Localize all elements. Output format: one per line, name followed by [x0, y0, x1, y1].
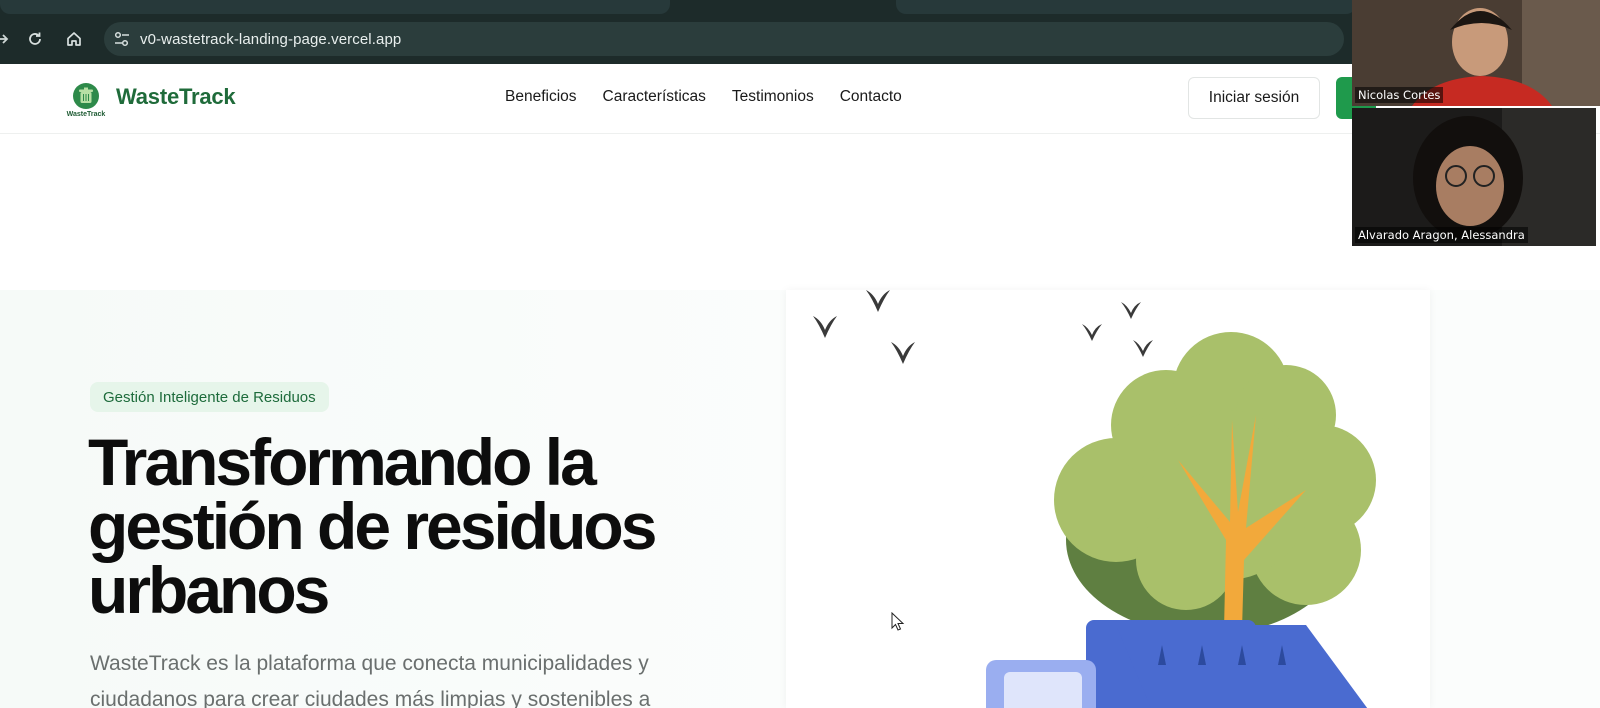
home-icon[interactable] [57, 14, 91, 64]
nav-link-testimonios[interactable]: Testimonios [732, 88, 814, 106]
nav-link-beneficios[interactable]: Beneficios [505, 88, 577, 106]
address-bar[interactable]: v0-wastetrack-landing-page.vercel.app [104, 22, 1344, 56]
hero-title: Transformando la gestión de residuos urb… [88, 425, 657, 627]
video-tile-nicolas-cortes[interactable]: Nicolas Cortes [1352, 0, 1600, 106]
reload-icon[interactable] [18, 14, 52, 64]
main-nav: Beneficios Características Testimonios C… [505, 88, 902, 106]
video-tile-alvarado-aragon[interactable]: Alvarado Aragon, Alessandra [1352, 108, 1596, 246]
browser-tab[interactable] [0, 0, 670, 14]
hero-description: WasteTrack es la plataforma que conecta … [90, 652, 651, 708]
browser-tab[interactable] [896, 0, 1356, 14]
trash-bin-icon [73, 83, 99, 109]
hero-badge: Gestión Inteligente de Residuos [90, 382, 329, 412]
bins-illustration [986, 620, 1368, 708]
participant-name-label: Nicolas Cortes [1355, 87, 1444, 103]
birds-illustration [813, 290, 1153, 364]
logo-caption: WasteTrack [66, 111, 106, 118]
forward-icon[interactable] [0, 14, 20, 64]
tree-illustration [1054, 332, 1376, 635]
mouse-cursor-icon [891, 612, 905, 631]
address-bar-url[interactable]: v0-wastetrack-landing-page.vercel.app [140, 31, 401, 48]
brand-name[interactable]: WasteTrack [116, 84, 236, 110]
wastetrack-logo[interactable]: WasteTrack [64, 78, 108, 122]
login-button[interactable]: Iniciar sesión [1188, 77, 1320, 119]
hero-illustration [786, 290, 1430, 708]
nav-link-contacto[interactable]: Contacto [840, 88, 902, 106]
site-settings-icon[interactable] [104, 22, 140, 56]
participant-name-label: Alvarado Aragon, Alessandra [1355, 227, 1528, 243]
participant-video [1352, 108, 1596, 246]
nav-link-caracteristicas[interactable]: Características [603, 88, 706, 106]
